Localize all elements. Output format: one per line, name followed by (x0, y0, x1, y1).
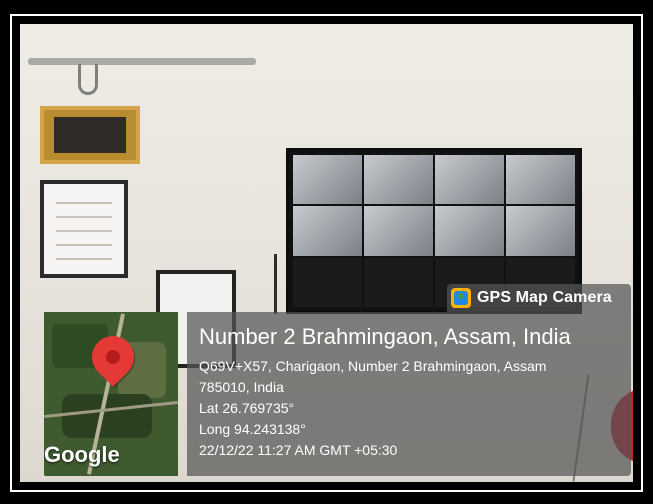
cctv-feed (293, 206, 362, 256)
map-thumbnail: Google (44, 312, 178, 476)
tv-cable (274, 254, 277, 314)
location-info: Number 2 Brahmingaon, Assam, India Q69V+… (187, 312, 631, 476)
certificate-line (56, 244, 112, 246)
gps-map-camera-icon (451, 288, 471, 308)
certificate-frame-1 (40, 180, 128, 278)
cctv-feed (364, 257, 433, 307)
location-title: Number 2 Brahmingaon, Assam, India (199, 324, 571, 349)
cctv-feed (293, 155, 362, 205)
cctv-feed (506, 155, 575, 205)
google-logo: Google (44, 442, 120, 467)
badge-label: GPS Map Camera (477, 289, 612, 306)
gold-picture-frame (40, 106, 140, 164)
longitude: Long 94.243138° (199, 421, 306, 437)
cctv-feed (293, 257, 362, 307)
datetime: 22/12/22 11:27 AM GMT +05:30 (199, 442, 398, 458)
location-overlay: Google Number 2 Brahmingaon, Assam, Indi… (44, 312, 631, 476)
cctv-feed (364, 155, 433, 205)
wall-rail (28, 58, 256, 65)
address-line-2: 785010, India (199, 379, 284, 395)
gps-map-camera-badge: GPS Map Camera (447, 284, 631, 312)
certificate-line (56, 230, 112, 232)
photo-frame: GPS Map Camera Google Number 2 Brahminga… (0, 0, 653, 504)
certificate-line (56, 258, 112, 260)
cctv-feed (435, 155, 504, 205)
certificate-line (56, 202, 112, 204)
latitude: Lat 26.769735° (199, 400, 295, 416)
cctv-feed (364, 206, 433, 256)
address-line-1: Q69V+X57, Charigaon, Number 2 Brahmingao… (199, 358, 547, 374)
gold-frame-inner (54, 117, 126, 153)
wall-hook (78, 64, 98, 95)
map-patch (62, 394, 152, 438)
cctv-feed (435, 206, 504, 256)
cctv-feed (506, 206, 575, 256)
certificate-line (56, 216, 112, 218)
